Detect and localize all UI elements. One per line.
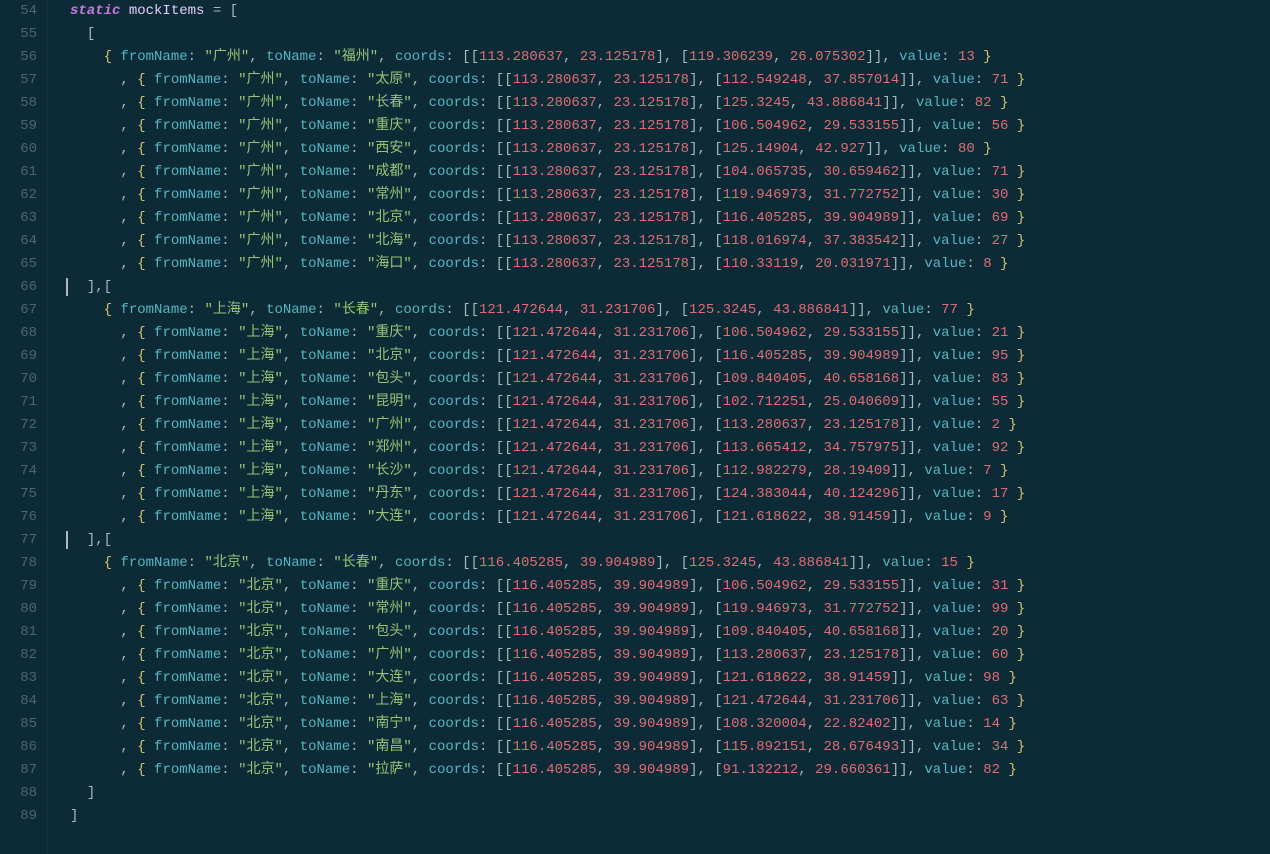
code-line[interactable]: , { fromName: "上海", toName: "重庆", coords… [70, 322, 1270, 345]
code-line[interactable]: { fromName: "北京", toName: "长春", coords: … [70, 552, 1270, 575]
code-line[interactable]: , { fromName: "广州", toName: "常州", coords… [70, 184, 1270, 207]
code-line[interactable]: [ [70, 23, 1270, 46]
line-number: 75 [0, 483, 37, 506]
line-number: 80 [0, 598, 37, 621]
line-number: 81 [0, 621, 37, 644]
code-line[interactable]: , { fromName: "北京", toName: "南宁", coords… [70, 713, 1270, 736]
code-line[interactable]: , { fromName: "广州", toName: "重庆", coords… [70, 115, 1270, 138]
line-number-gutter: 5455565758596061626364656667686970717273… [0, 0, 48, 854]
code-line[interactable]: , { fromName: "广州", toName: "北京", coords… [70, 207, 1270, 230]
line-number: 70 [0, 368, 37, 391]
line-number: 62 [0, 184, 37, 207]
line-number: 55 [0, 23, 37, 46]
line-number: 59 [0, 115, 37, 138]
code-content[interactable]: static mockItems = [ [ { fromName: "广州",… [48, 0, 1270, 854]
code-line[interactable]: , { fromName: "北京", toName: "大连", coords… [70, 667, 1270, 690]
code-line[interactable]: static mockItems = [ [70, 0, 1270, 23]
line-number: 77 [0, 529, 37, 552]
code-line[interactable]: , { fromName: "广州", toName: "西安", coords… [70, 138, 1270, 161]
line-number: 74 [0, 460, 37, 483]
line-number: 64 [0, 230, 37, 253]
code-line[interactable]: , { fromName: "北京", toName: "上海", coords… [70, 690, 1270, 713]
line-number: 54 [0, 0, 37, 23]
line-number: 68 [0, 322, 37, 345]
code-editor[interactable]: 5455565758596061626364656667686970717273… [0, 0, 1270, 854]
line-number: 56 [0, 46, 37, 69]
code-line[interactable]: , { fromName: "上海", toName: "昆明", coords… [70, 391, 1270, 414]
cursor-icon [66, 531, 68, 549]
line-number: 57 [0, 69, 37, 92]
line-number: 67 [0, 299, 37, 322]
line-number: 82 [0, 644, 37, 667]
line-number: 66 [0, 276, 37, 299]
code-line[interactable]: , { fromName: "广州", toName: "北海", coords… [70, 230, 1270, 253]
line-number: 71 [0, 391, 37, 414]
line-number: 72 [0, 414, 37, 437]
line-number: 60 [0, 138, 37, 161]
line-number: 73 [0, 437, 37, 460]
code-line[interactable]: , { fromName: "广州", toName: "成都", coords… [70, 161, 1270, 184]
code-line[interactable]: ] [70, 805, 1270, 828]
code-line[interactable]: { fromName: "广州", toName: "福州", coords: … [70, 46, 1270, 69]
code-line[interactable]: , { fromName: "北京", toName: "广州", coords… [70, 644, 1270, 667]
code-line[interactable]: , { fromName: "上海", toName: "长沙", coords… [70, 460, 1270, 483]
line-number: 65 [0, 253, 37, 276]
code-line[interactable]: , { fromName: "上海", toName: "包头", coords… [70, 368, 1270, 391]
code-line[interactable]: ],[ [70, 276, 1270, 299]
line-number: 87 [0, 759, 37, 782]
code-line[interactable]: , { fromName: "上海", toName: "郑州", coords… [70, 437, 1270, 460]
code-line[interactable]: , { fromName: "北京", toName: "南昌", coords… [70, 736, 1270, 759]
cursor-icon [66, 278, 68, 296]
line-number: 69 [0, 345, 37, 368]
code-line[interactable]: , { fromName: "上海", toName: "北京", coords… [70, 345, 1270, 368]
line-number: 58 [0, 92, 37, 115]
line-number: 79 [0, 575, 37, 598]
line-number: 89 [0, 805, 37, 828]
line-number: 86 [0, 736, 37, 759]
code-line[interactable]: , { fromName: "广州", toName: "太原", coords… [70, 69, 1270, 92]
line-number: 83 [0, 667, 37, 690]
line-number: 76 [0, 506, 37, 529]
code-line[interactable]: , { fromName: "上海", toName: "丹东", coords… [70, 483, 1270, 506]
code-line[interactable]: , { fromName: "上海", toName: "广州", coords… [70, 414, 1270, 437]
line-number: 78 [0, 552, 37, 575]
code-line[interactable]: { fromName: "上海", toName: "长春", coords: … [70, 299, 1270, 322]
code-line[interactable]: , { fromName: "北京", toName: "重庆", coords… [70, 575, 1270, 598]
code-line[interactable]: , { fromName: "北京", toName: "常州", coords… [70, 598, 1270, 621]
line-number: 85 [0, 713, 37, 736]
code-line[interactable]: , { fromName: "上海", toName: "大连", coords… [70, 506, 1270, 529]
code-line[interactable]: ],[ [70, 529, 1270, 552]
code-line[interactable]: ] [70, 782, 1270, 805]
line-number: 63 [0, 207, 37, 230]
code-line[interactable]: , { fromName: "广州", toName: "长春", coords… [70, 92, 1270, 115]
code-line[interactable]: , { fromName: "北京", toName: "包头", coords… [70, 621, 1270, 644]
code-line[interactable]: , { fromName: "广州", toName: "海口", coords… [70, 253, 1270, 276]
line-number: 61 [0, 161, 37, 184]
line-number: 88 [0, 782, 37, 805]
line-number: 84 [0, 690, 37, 713]
code-line[interactable]: , { fromName: "北京", toName: "拉萨", coords… [70, 759, 1270, 782]
